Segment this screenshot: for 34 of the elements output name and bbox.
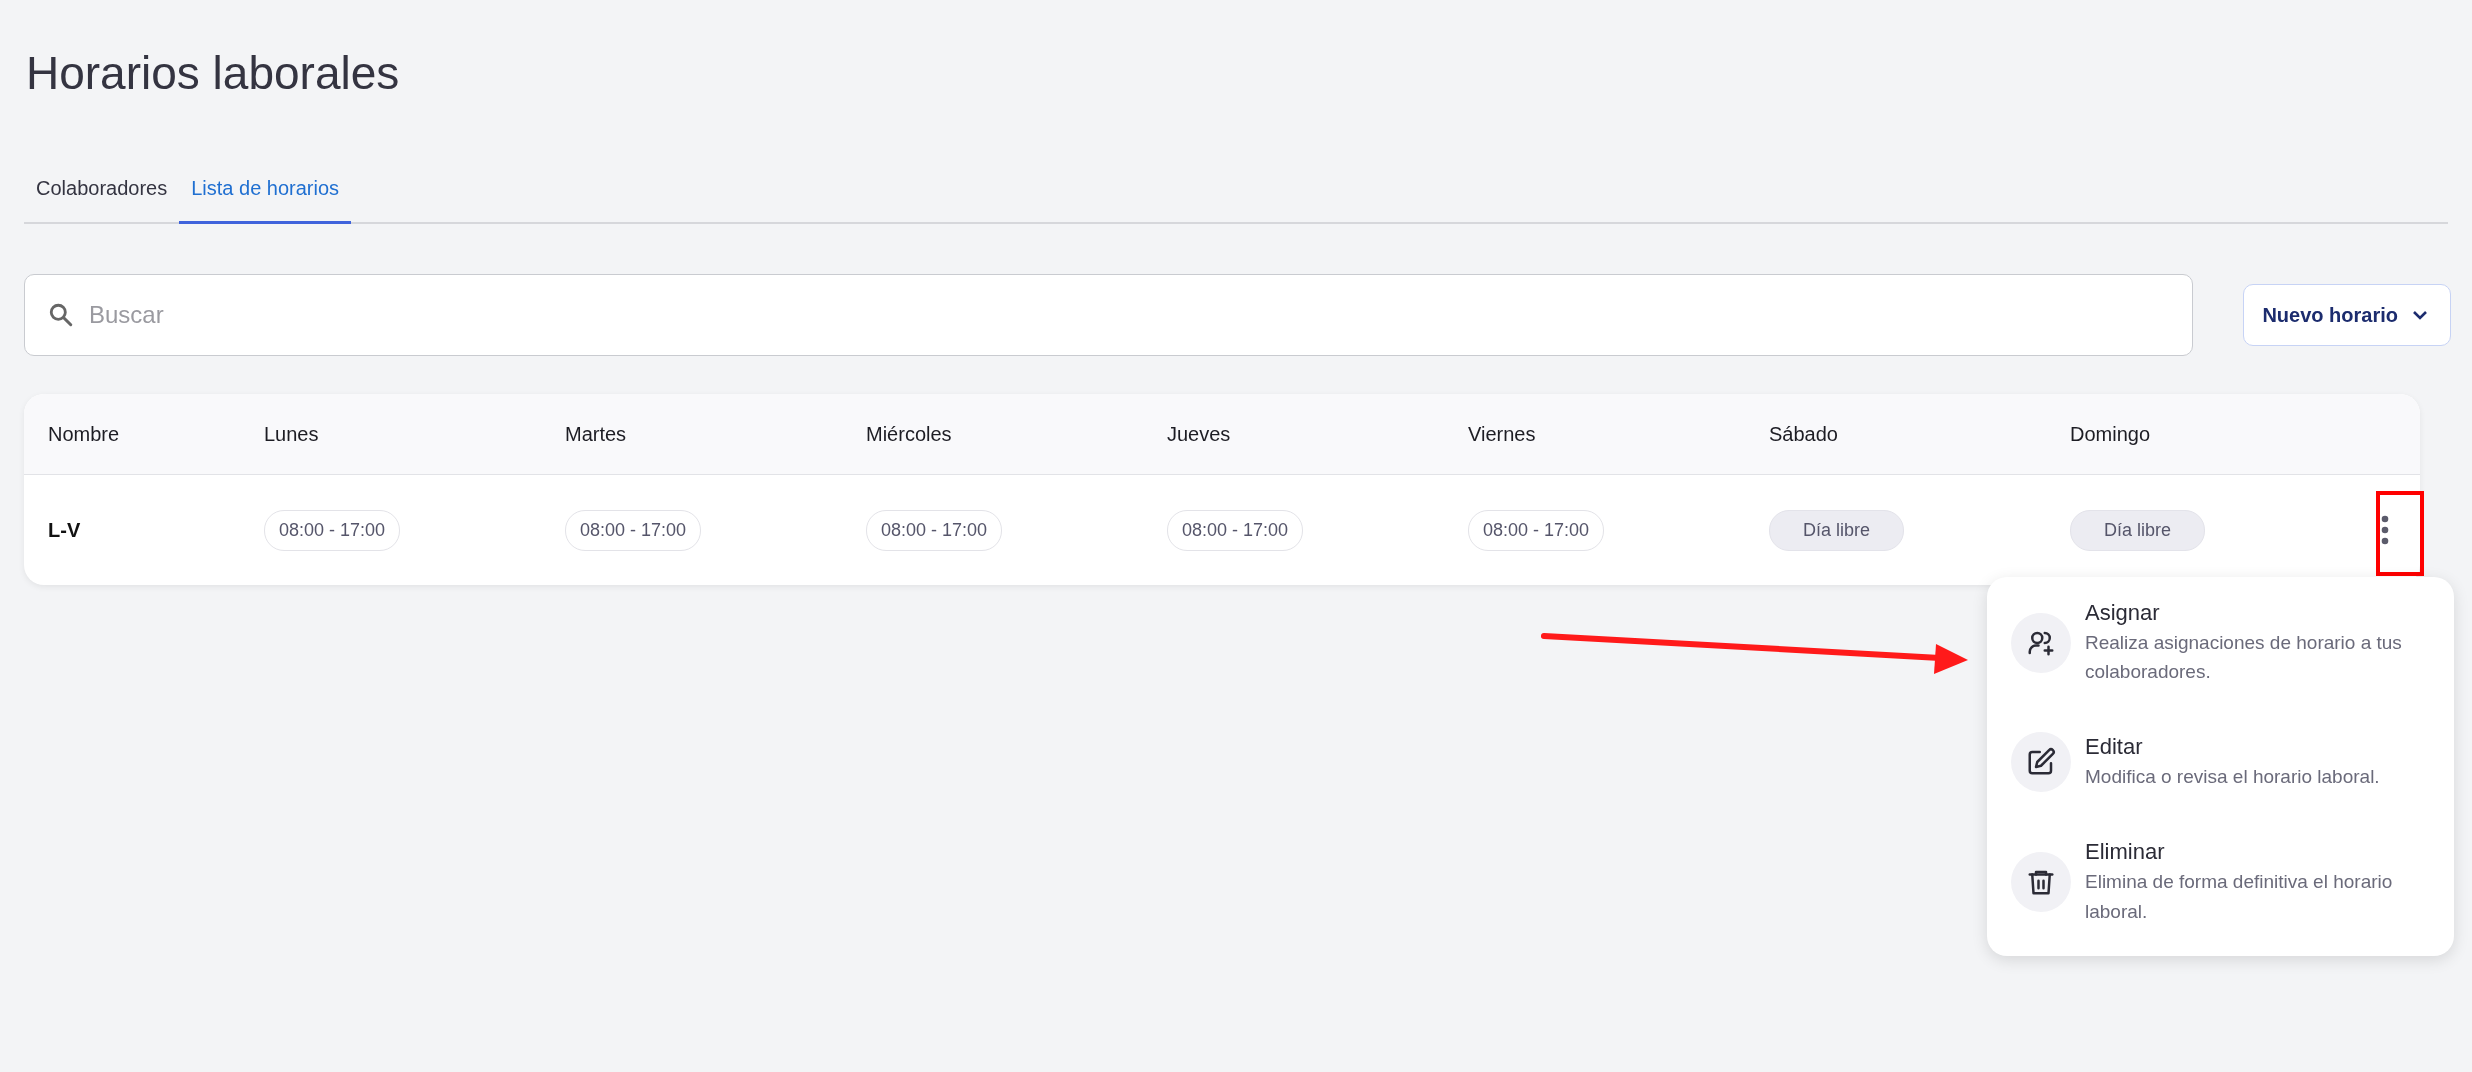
menu-item-title: Asignar [2085, 599, 2161, 627]
time-range-tag: 08:00 - 17:00 [1468, 509, 1605, 551]
time-range-tag: 08:00 - 17:00 [264, 509, 401, 551]
column-header: Martes [565, 422, 628, 448]
new-schedule-button[interactable]: Nuevo horario [2243, 284, 2451, 347]
menu-item-description: Modifica o revisa el horario laboral. [2085, 765, 2381, 790]
pencil-icon [2026, 747, 2056, 778]
page-title: Horarios laborales [26, 46, 401, 101]
column-header: Sábado [1769, 422, 1839, 448]
menu-item[interactable]: Editar Modifica o revisa el horario laboral. [2011, 732, 2430, 793]
time-range-tag: 08:00 - 17:00 [565, 509, 702, 551]
day-off-tag: Día libre [2070, 509, 2206, 551]
column-header: Jueves [1167, 422, 1232, 448]
column-header: Lunes [264, 422, 320, 448]
menu-item-title: Editar [2085, 733, 2144, 762]
more-vertical-icon [2381, 515, 2389, 546]
menu-item-description: Elimina de forma definitiva el horario laboral. [2085, 870, 2394, 924]
time-range-tag: 08:00 - 17:00 [866, 509, 1003, 551]
day-off-tag: Día libre [1769, 509, 1905, 551]
column-header: Viernes [1468, 422, 1537, 448]
menu-item-description: Realiza asignaciones de horario a tus colaboradores. [2085, 630, 2403, 685]
menu-item-title: Eliminar [2085, 838, 2166, 867]
search-field[interactable]: Buscar [24, 274, 2194, 357]
tab[interactable]: Lista de horarios [179, 163, 352, 225]
menu-item[interactable]: Eliminar Elimina de forma definitiva el horario laboral. [2011, 838, 2430, 926]
column-header: Miércoles [866, 422, 953, 448]
chevron-down-icon [2412, 309, 2428, 322]
column-header: Nombre [48, 422, 121, 448]
search-icon [48, 302, 74, 329]
column-header: Domingo [2070, 422, 2152, 448]
tab[interactable]: Colaboradores [24, 163, 180, 225]
schedule-name: L-V [48, 519, 81, 542]
menu-item[interactable]: Asignar Realiza asignaciones de horario a tus colaboradores. [2011, 599, 2430, 687]
time-range-tag: 08:00 - 17:00 [1167, 509, 1304, 551]
